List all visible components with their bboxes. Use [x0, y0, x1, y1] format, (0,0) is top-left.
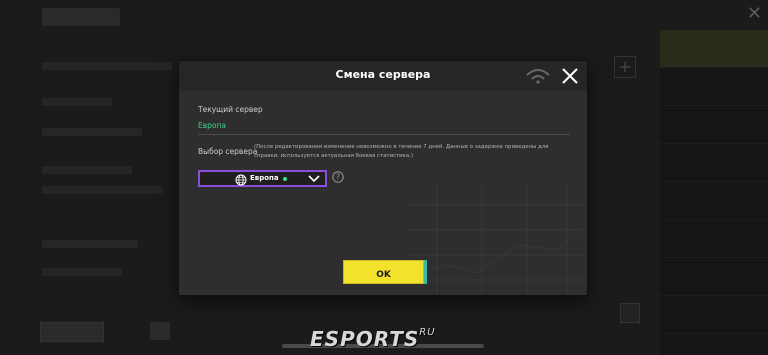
dialog-header: Смена сервера: [179, 61, 587, 91]
background-button: [150, 322, 170, 340]
change-server-dialog: Смена сервера Текущий сервер Европа Выбо…: [179, 61, 587, 295]
current-server-value: Европа: [198, 121, 227, 130]
selected-server-value: Европа: [250, 174, 279, 182]
server-select-dropdown[interactable]: Европа: [198, 170, 327, 187]
background-tag: [42, 8, 120, 26]
game-screen: ✕ + Смена сервера Текущий сервер Европа …: [0, 0, 768, 355]
globe-icon: [235, 174, 247, 186]
ok-button-label: OK: [376, 269, 391, 280]
background-setting-row: [42, 186, 162, 194]
svg-text:?: ?: [336, 173, 340, 182]
background-setting-row: [42, 98, 112, 106]
background-sidebar-item: [660, 106, 768, 144]
current-server-label: Текущий сервер: [198, 105, 263, 114]
background-sidebar-item: [660, 68, 768, 106]
ok-button[interactable]: OK: [343, 260, 427, 284]
background-sidebar-item: [660, 296, 768, 334]
esports-watermark-logo: ESPORTSRU: [310, 327, 436, 351]
decorative-map-grid: [407, 185, 587, 295]
background-button: [40, 322, 104, 342]
background-setting-row: [42, 128, 142, 136]
wifi-icon: [526, 69, 550, 84]
background-button: [620, 303, 640, 323]
server-select-note: (После редактирования изменение невозмож…: [254, 144, 549, 159]
background-plus-icon: +: [614, 56, 636, 78]
server-select-label: Выбор сервера: [198, 147, 258, 156]
background-sidebar-item: [660, 220, 768, 258]
chevron-down-icon: [308, 175, 320, 183]
background-sidebar-item: [660, 258, 768, 296]
background-setting-row: [42, 268, 122, 276]
background-setting-row: [42, 62, 172, 70]
background-sidebar-item: [660, 30, 768, 68]
ping-status-dot: [283, 177, 287, 181]
close-icon[interactable]: [561, 67, 579, 85]
help-icon[interactable]: ?: [332, 171, 344, 183]
background-setting-row: [42, 240, 138, 248]
divider: [198, 134, 570, 135]
background-setting-row: [42, 166, 132, 174]
background-sidebar: [660, 30, 768, 355]
background-sidebar-item: [660, 144, 768, 182]
background-sidebar-item: [660, 182, 768, 220]
background-close-icon: ✕: [746, 3, 762, 24]
